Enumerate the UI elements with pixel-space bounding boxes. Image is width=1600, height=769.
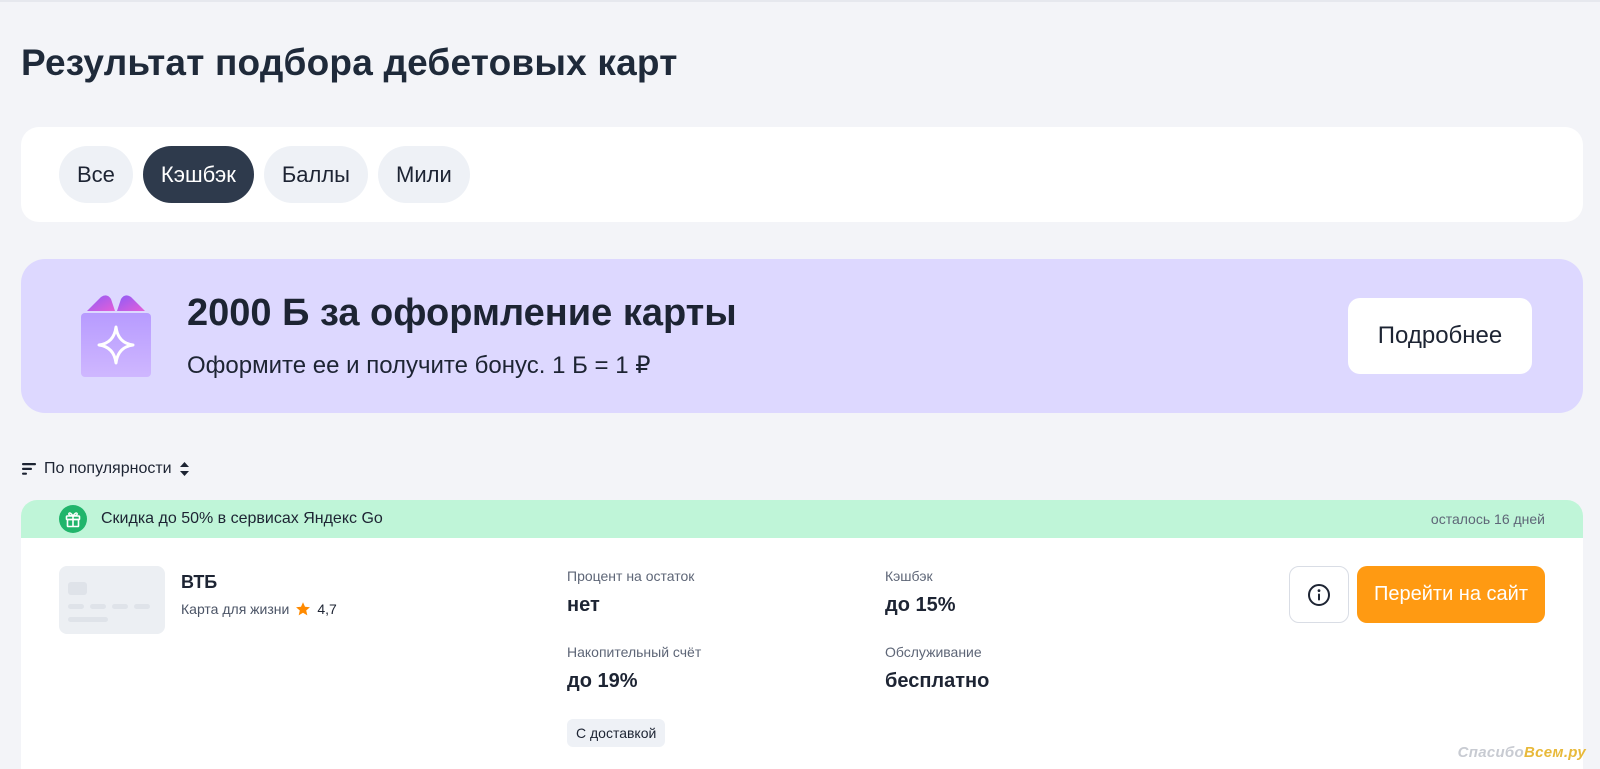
delivery-tag: С доставкой xyxy=(567,719,666,747)
watermark-accent: Всем.ру xyxy=(1524,744,1586,761)
promo-details-button[interactable]: Подробнее xyxy=(1348,298,1532,374)
card-number-line xyxy=(90,604,106,609)
promo-subtitle: Оформите ее и получите бонус. 1 Б = 1 ₽ xyxy=(187,352,651,379)
sort-lines-icon xyxy=(22,463,36,475)
top-divider xyxy=(0,0,1600,2)
go-to-site-button[interactable]: Перейти на сайт xyxy=(1357,566,1545,623)
info-button[interactable] xyxy=(1289,566,1349,623)
gift-icon xyxy=(81,295,151,377)
card-chip xyxy=(68,582,87,595)
card-subtitle: Карта для жизни 4,7 xyxy=(181,601,337,617)
interest-label: Процент на остаток xyxy=(567,568,695,584)
promo-title: 2000 Б за оформление карты xyxy=(187,292,737,334)
info-icon xyxy=(1308,583,1330,606)
gift-circle-icon xyxy=(59,505,87,533)
savings-label: Накопительный счёт xyxy=(567,644,702,660)
sort-control[interactable]: По популярности xyxy=(22,460,189,478)
bank-name: ВТБ xyxy=(181,572,218,592)
tab-all[interactable]: Все xyxy=(59,146,133,203)
interest-value: нет xyxy=(567,594,600,616)
card-holder-line xyxy=(68,617,108,622)
rating-value: 4,7 xyxy=(317,601,337,617)
card-number-line xyxy=(134,604,150,609)
filter-tabs-panel: Все Кэшбэк Баллы Мили xyxy=(21,127,1583,222)
filter-tabs: Все Кэшбэк Баллы Мили xyxy=(59,146,470,203)
service-label: Обслуживание xyxy=(885,644,982,660)
tab-cashback[interactable]: Кэшбэк xyxy=(142,146,254,203)
cashback-value: до 15% xyxy=(885,594,956,616)
watermark: СпасибоВсем.ру xyxy=(1458,744,1586,761)
cashback-label: Кэшбэк xyxy=(885,568,933,584)
tab-points[interactable]: Баллы xyxy=(263,146,368,203)
tab-miles[interactable]: Мили xyxy=(378,146,470,203)
sort-label: По популярности xyxy=(44,460,172,477)
promo-banner: 2000 Б за оформление карты Оформите ее и… xyxy=(21,259,1583,413)
offer-days-left: осталось 16 дней xyxy=(1430,511,1545,527)
page-title: Результат подбора дебетовых карт xyxy=(21,42,678,83)
offer-card: Скидка до 50% в сервисах Яндекс Go остал… xyxy=(21,500,1583,769)
offer-promo-strip: Скидка до 50% в сервисах Яндекс Go остал… xyxy=(21,500,1583,538)
watermark-prefix: Спасибо xyxy=(1457,744,1524,761)
card-number-line xyxy=(68,604,84,609)
sort-arrows-icon xyxy=(179,462,189,476)
star-icon xyxy=(296,602,311,616)
card-name: Карта для жизни xyxy=(181,601,290,617)
service-value: бесплатно xyxy=(885,670,990,692)
card-image-placeholder xyxy=(59,566,165,634)
card-number-line xyxy=(112,604,128,609)
offer-promo-text: Скидка до 50% в сервисах Яндекс Go xyxy=(101,510,383,527)
savings-value: до 19% xyxy=(567,670,638,692)
